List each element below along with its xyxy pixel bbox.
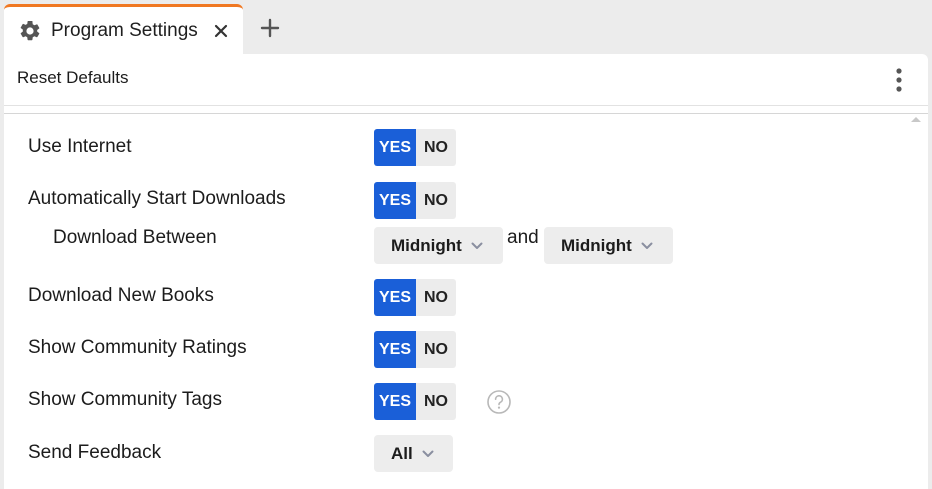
auto-start-downloads-yes-button[interactable]: YES	[374, 182, 416, 219]
tab-program-settings[interactable]: Program Settings	[4, 4, 243, 56]
settings-panel: Reset Defaults Use Internet YES NO Autom…	[4, 54, 928, 489]
send-feedback-label: Send Feedback	[28, 442, 162, 463]
show-community-tags-label: Show Community Tags	[28, 389, 222, 410]
show-community-ratings-label: Show Community Ratings	[28, 337, 247, 358]
download-end-dropdown[interactable]: Midnight	[544, 227, 673, 264]
help-icon[interactable]	[486, 389, 512, 415]
auto-start-downloads-toggle: YES NO	[374, 182, 456, 219]
scroll-up-arrow-icon[interactable]	[910, 114, 922, 124]
download-new-books-no-button[interactable]: NO	[416, 279, 456, 316]
chevron-down-icon	[422, 450, 434, 457]
download-new-books-label: Download New Books	[28, 285, 214, 306]
chevron-down-icon	[641, 242, 653, 249]
more-vertical-icon[interactable]	[888, 66, 910, 94]
toolbar: Reset Defaults	[4, 54, 928, 106]
and-text: and	[507, 227, 539, 248]
show-community-ratings-no-button[interactable]: NO	[416, 331, 456, 368]
show-community-tags-yes-button[interactable]: YES	[374, 383, 416, 420]
send-feedback-dropdown[interactable]: All	[374, 435, 453, 472]
show-community-ratings-toggle: YES NO	[374, 331, 456, 368]
plus-icon[interactable]	[258, 16, 282, 40]
use-internet-toggle: YES NO	[374, 129, 456, 166]
download-end-value: Midnight	[561, 235, 632, 255]
use-internet-label: Use Internet	[28, 136, 132, 157]
download-new-books-yes-button[interactable]: YES	[374, 279, 416, 316]
download-start-value: Midnight	[391, 235, 462, 255]
auto-start-downloads-label: Automatically Start Downloads	[28, 188, 286, 209]
reset-defaults-button[interactable]: Reset Defaults	[17, 68, 129, 88]
download-start-dropdown[interactable]: Midnight	[374, 227, 503, 264]
use-internet-yes-button[interactable]: YES	[374, 129, 416, 166]
send-feedback-value: All	[391, 443, 413, 463]
auto-start-downloads-no-button[interactable]: NO	[416, 182, 456, 219]
show-community-ratings-yes-button[interactable]: YES	[374, 331, 416, 368]
download-new-books-toggle: YES NO	[374, 279, 456, 316]
chevron-down-icon	[471, 242, 483, 249]
divider	[4, 113, 928, 114]
use-internet-no-button[interactable]: NO	[416, 129, 456, 166]
gear-icon	[20, 20, 40, 41]
tab-label: Program Settings	[51, 20, 198, 41]
tab-bar: Program Settings	[0, 0, 932, 56]
show-community-tags-no-button[interactable]: NO	[416, 383, 456, 420]
show-community-tags-toggle: YES NO	[374, 383, 456, 420]
download-between-label: Download Between	[53, 227, 217, 248]
close-icon[interactable]	[210, 20, 232, 42]
